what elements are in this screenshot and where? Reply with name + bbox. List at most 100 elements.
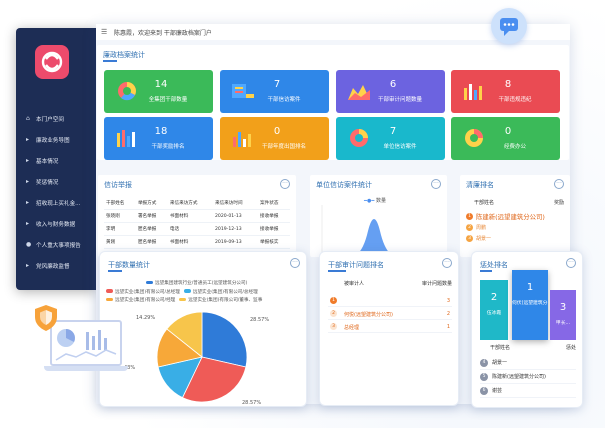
list-item[interactable]: 1 陈建新(远望建筑分公司) [466, 211, 566, 222]
stat-label: 干部年度出国排名 [261, 144, 306, 150]
more-button[interactable]: ··· [442, 258, 452, 268]
bar-value: 3 [559, 302, 567, 313]
stat-card[interactable]: 18 干部奖励排名 [104, 117, 213, 160]
legend-item[interactable]: 远望实业(集团)有限公司/经理 [106, 297, 175, 306]
rank-name: 谢芸 [492, 388, 503, 394]
flag-icon: ▸ [26, 136, 30, 143]
sidebar-item-4[interactable]: ▸ 招收现上买礼金... [16, 192, 96, 213]
list-item[interactable]: 2 周鹏 [466, 222, 566, 233]
sidebar-item-label: 招收现上买礼金... [36, 200, 81, 207]
sidebar-item-7[interactable]: ▸ 党风廉政监督 [16, 255, 96, 276]
stat-card[interactable]: 7 干部信访案件 [220, 70, 329, 113]
sidebar-item-3[interactable]: ▸ 奖惩情况 [16, 171, 96, 192]
petition-panel: 信访举报 ··· 干部姓名 举报方式 来信来访方式 来信来访时间 案件状态 张晓刚 署名举报… [98, 175, 296, 257]
legend-marker [183, 289, 191, 293]
penalty-bar[interactable]: 1 何伏(远望建筑分公司) [512, 270, 548, 340]
table-row[interactable]: 李明 匿名举报 电话 2019-12-13 接收举报 [104, 222, 290, 236]
legend-label: 远望集团建筑行业/普通员工(远望建筑分公司) [155, 281, 248, 286]
sidebar-item-2[interactable]: ▸ 基本情况 [16, 150, 96, 171]
list-item[interactable]: 2 何悦(远望建筑分公司) 2 [328, 307, 452, 320]
stats-title: 廉政档案统计 [103, 51, 145, 59]
stat-card[interactable]: 0 干部年度出国排名 [220, 117, 329, 160]
security-shield-icon [34, 304, 58, 332]
list-item[interactable]: 3 胡景一 [466, 233, 566, 244]
penalty-bar[interactable]: 3 甲长... [550, 290, 576, 340]
user-icon: ● [26, 241, 32, 248]
sidebar-item-6[interactable]: ● 个人重大事项报告 [16, 234, 96, 255]
stat-value: 0 [504, 126, 512, 137]
rank-badge: 2 [330, 310, 337, 317]
stat-card[interactable]: 6 干部审计问题数量 [336, 70, 445, 113]
more-button[interactable]: ··· [431, 179, 441, 189]
welcome-text: 陈惠霞，欢迎来到 干部廉政档案门户 [114, 30, 212, 37]
bar-label: 伍冰霞 [486, 311, 502, 316]
table-row[interactable]: 黄刚 匿名举报 书面材料 2019-09-13 举报核实 [104, 235, 290, 249]
sidebar-item-5[interactable]: ▸ 收入与财务数据 [16, 213, 96, 234]
bar-value: 2 [490, 292, 498, 303]
sidebar-item-0[interactable]: ⌂ 本门户空间 [16, 108, 96, 129]
rank-name: 胡景一 [476, 236, 492, 242]
flag-icon: ▸ [26, 178, 30, 185]
sidebar-item-1[interactable]: ▸ 廉政业务导图 [16, 129, 96, 150]
stat-card[interactable]: 8 干部违规违纪 [451, 70, 560, 113]
petition-title: 信访举报 [104, 181, 132, 189]
table-cell: 2019-12-13 [212, 222, 259, 236]
laptop-base [44, 366, 128, 371]
stat-card[interactable]: 7 单位信访案件 [336, 117, 445, 160]
stat-card[interactable]: 0 经费办公 [451, 117, 560, 160]
menu-icon[interactable]: ☰ [101, 28, 107, 36]
stat-value: 14 [154, 79, 168, 90]
home-icon: ⌂ [26, 115, 30, 122]
rank-name: 何悦(远望建筑分公司) [344, 312, 393, 318]
rank-name: 胡景一 [492, 360, 508, 366]
list-item[interactable]: 3 总经理 1 [328, 320, 452, 333]
legend-item[interactable]: 远望实业(集团)有限公司/总经理 [183, 289, 258, 298]
title-underline [108, 270, 122, 272]
list-item[interactable]: 13 [328, 294, 452, 307]
audit-panel: 干部审计问题排名 ··· 被审计人 审计问题数量 1 3 2 何悦(远望建筑分公司) 2… [319, 251, 459, 406]
rank-badge: 1 [466, 213, 473, 220]
stat-card[interactable]: 14 全集团干部数量 [104, 70, 213, 113]
table-cell: 书面材料 [167, 235, 213, 249]
legend-item[interactable]: 远望实业(集团)有限公司/总经理 [106, 289, 180, 298]
stat-label: 单位信访案件 [383, 144, 417, 150]
col-header: 案件状态 [258, 197, 290, 210]
col-header: 惩处 [565, 345, 576, 351]
col-header: 审计问题数量 [421, 281, 452, 287]
bar-value: 1 [526, 282, 534, 293]
list-item[interactable]: 6 谢芸 [480, 384, 576, 398]
audit-title: 干部审计问题排名 [328, 261, 384, 269]
mini-chart-icon [55, 329, 117, 361]
table-cell: 接收举报 [258, 222, 290, 236]
penalty-panel: 惩处排名 ··· 2伍冰霞1何伏(远望建筑分公司)3甲长... 干部姓名 惩处 … [471, 251, 583, 408]
sidebar: ⌂ 本门户空间 ▸ 廉政业务导图 ▸ 基本情况 ▸ 奖惩情况 ▸ 招收现上买礼金... ▸ 收入与财务… [16, 28, 96, 290]
app-logo [35, 45, 69, 79]
col-header: 奖励 [554, 200, 565, 206]
table-cell: 黄刚 [104, 235, 136, 249]
table-header-row: 干部姓名 举报方式 来信来访方式 来信来访时间 案件状态 [104, 197, 290, 210]
title-underline [103, 60, 117, 62]
rank-badge: 2 [466, 224, 473, 231]
bar-label: 何伏(远望建筑分公司) [512, 301, 548, 306]
table-cell: 2020-01-13 [212, 209, 259, 223]
more-button[interactable]: ··· [290, 258, 300, 268]
sidebar-item-label: 基本情况 [36, 158, 59, 165]
list-item[interactable]: 5 陈建新(远望建筑分公司) [480, 370, 576, 384]
laptop-illustration [44, 320, 128, 372]
more-button[interactable]: ··· [280, 179, 290, 189]
table-row[interactable]: 张晓刚 署名举报 书面材料 2020-01-13 接收举报 [104, 209, 290, 223]
legend-item[interactable]: 远望实业(集团)有限公司/董事、监事 [179, 297, 262, 306]
chat-bubble-icon[interactable] [491, 8, 527, 44]
list-item[interactable]: 4 胡景一 [480, 356, 576, 370]
rank-name: 陈建新(远望建筑分公司) [476, 213, 545, 221]
unit-chart-title: 单位信访案件统计 [316, 181, 372, 189]
more-button[interactable]: ··· [554, 179, 564, 189]
rank-name: 总经理 [344, 325, 360, 331]
flag-icon: ▸ [26, 157, 30, 164]
table-cell: 署名举报 [135, 209, 168, 223]
penalty-bar[interactable]: 2 伍冰霞 [480, 280, 508, 340]
flag-icon: ▸ [26, 220, 30, 227]
cleanup-panel: 清廉排名 ··· 干部姓名 奖励 1 陈建新(远望建筑分公司) 2 周鹏 3 胡景一 [460, 175, 570, 257]
legend-item[interactable]: 远望集团建筑行业/普通员工(远望建筑分公司) [106, 280, 306, 289]
stat-value: 18 [154, 126, 168, 137]
